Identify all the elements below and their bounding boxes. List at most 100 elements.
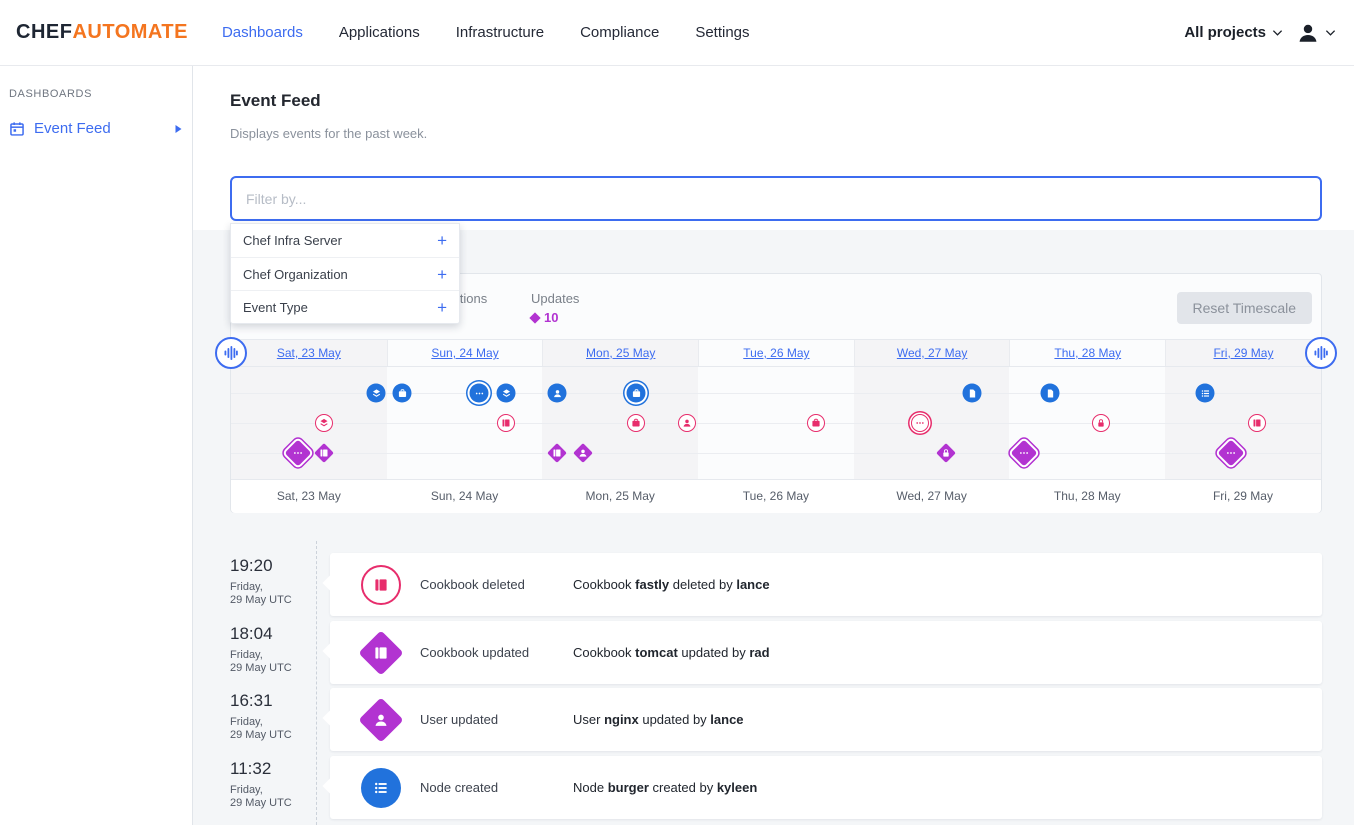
day-footer-label: Thu, 28 May <box>1009 480 1165 513</box>
nav-item-dashboards[interactable]: Dashboards <box>222 24 303 41</box>
caret-right-icon <box>174 124 183 134</box>
filter-option-chef-infra-server[interactable]: Chef Infra Server+ <box>231 224 459 257</box>
filter-option-event-type[interactable]: Event Type+ <box>231 290 459 323</box>
event-marker-updated-person-icon[interactable] <box>573 443 593 463</box>
event-actor: lance <box>736 577 769 592</box>
updates-stat-label: Updates <box>531 291 579 306</box>
event-marker-deleted-layers-icon[interactable] <box>315 414 333 432</box>
top-navigation: CHEFAUTOMATE Dashboards Applications Infra… <box>0 0 1354 66</box>
projects-filter-button[interactable]: All projects <box>1184 24 1283 41</box>
day-link-sun-24-may[interactable]: Sun, 24 May <box>431 346 498 360</box>
day-link-sat-23-may[interactable]: Sat, 23 May <box>277 346 341 360</box>
event-actor: rad <box>749 645 769 660</box>
event-marker-deleted-book-icon[interactable] <box>1248 414 1266 432</box>
event-weekday: Friday, <box>230 784 263 796</box>
plus-icon[interactable]: + <box>437 266 447 283</box>
event-marker-deleted-lock-icon[interactable] <box>1092 414 1110 432</box>
event-marker-created-briefcase-icon[interactable] <box>627 384 646 403</box>
plus-icon[interactable]: + <box>437 299 447 316</box>
day-footer-label: Wed, 27 May <box>854 480 1010 513</box>
user-menu-button[interactable] <box>1297 22 1336 44</box>
day-link-tue-26-may[interactable]: Tue, 26 May <box>743 346 809 360</box>
deleted-event-icon <box>361 565 401 605</box>
book-icon <box>552 448 562 458</box>
filter-suggestions-dropdown: Chef Infra Server+Chef Organization+Even… <box>230 223 460 324</box>
nav-item-settings[interactable]: Settings <box>695 24 749 41</box>
chevron-down-icon <box>1325 29 1336 37</box>
list-icon <box>373 780 389 796</box>
nav-item-compliance[interactable]: Compliance <box>580 24 659 41</box>
event-marker-deleted-person-icon[interactable] <box>678 414 696 432</box>
event-marker-deleted-briefcase-icon[interactable] <box>627 414 645 432</box>
event-marker-created-ellipsis-icon[interactable] <box>470 384 489 403</box>
calendar-icon <box>9 121 25 137</box>
nav-right: All projects <box>1184 22 1336 44</box>
ellipsis-icon <box>1226 448 1237 459</box>
day-link-wed-27-may[interactable]: Wed, 27 May <box>897 346 967 360</box>
nav-item-applications[interactable]: Applications <box>339 24 420 41</box>
event-marker-updated-book-icon[interactable] <box>314 443 334 463</box>
timeline-grid <box>231 367 1321 479</box>
event-entity: burger <box>608 780 649 795</box>
timescale-left-handle[interactable] <box>215 337 247 369</box>
event-marker-deleted-book-icon[interactable] <box>497 414 515 432</box>
user-avatar-icon <box>1297 22 1319 44</box>
event-marker-created-briefcase-icon[interactable] <box>393 384 412 403</box>
list-icon <box>1200 388 1210 398</box>
reset-timescale-button[interactable]: Reset Timescale <box>1177 292 1312 324</box>
updated-legend-icon <box>529 312 540 323</box>
event-marker-updated-book-icon[interactable] <box>547 443 567 463</box>
event-card: User updated User nginx updated by lance <box>330 688 1322 751</box>
equalizer-icon <box>224 345 238 361</box>
event-marker-created-list-icon[interactable] <box>1196 384 1215 403</box>
plus-icon[interactable]: + <box>437 232 447 249</box>
event-marker-created-layers-icon[interactable] <box>367 384 386 403</box>
main-content: Event Feed Displays events for the past … <box>193 66 1354 825</box>
event-marker-updated-ellipsis-icon[interactable] <box>1218 440 1245 467</box>
event-weekday: Friday, <box>230 716 263 728</box>
event-row-node-created: 11:32Friday,29 May UTCNode createdNode b… <box>230 756 1322 819</box>
nav-item-infrastructure[interactable]: Infrastructure <box>456 24 544 41</box>
event-marker-created-page-icon[interactable] <box>963 384 982 403</box>
day-header-cell: Sat, 23 May <box>231 340 387 366</box>
day-link-thu-28-may[interactable]: Thu, 28 May <box>1054 346 1121 360</box>
filter-option-chef-organization[interactable]: Chef Organization+ <box>231 257 459 290</box>
grid-line <box>231 423 1321 424</box>
event-description: Node burger created by kyleen <box>573 780 757 795</box>
day-link-fri-29-may[interactable]: Fri, 29 May <box>1213 346 1273 360</box>
brand-logo[interactable]: CHEFAUTOMATE <box>16 21 188 44</box>
equalizer-icon <box>1314 345 1328 361</box>
event-marker-deleted-ellipsis-icon[interactable] <box>911 414 929 432</box>
day-link-mon-25-may[interactable]: Mon, 25 May <box>586 346 655 360</box>
updates-count-value: 10 <box>544 310 558 325</box>
updates-stat-count: 10 <box>531 310 558 325</box>
layers-icon <box>501 388 511 398</box>
day-header-cell: Sun, 24 May <box>387 340 543 366</box>
updated-event-icon <box>358 697 403 742</box>
event-date: 29 May UTC <box>230 594 292 606</box>
event-marker-updated-lock-icon[interactable] <box>936 443 956 463</box>
event-marker-created-page-icon[interactable] <box>1041 384 1060 403</box>
lock-icon <box>941 448 951 458</box>
event-row-cookbook-deleted: 19:20Friday,29 May UTCCookbook deletedCo… <box>230 553 1322 616</box>
event-marker-created-layers-icon[interactable] <box>497 384 516 403</box>
timescale-right-handle[interactable] <box>1305 337 1337 369</box>
book-icon <box>501 418 511 428</box>
day-footer-label: Mon, 25 May <box>542 480 698 513</box>
event-marker-deleted-briefcase-icon[interactable] <box>807 414 825 432</box>
event-description: User nginx updated by lance <box>573 712 744 727</box>
sidebar-item-event-feed[interactable]: Event Feed <box>0 114 192 143</box>
event-marker-updated-ellipsis-icon[interactable] <box>285 440 312 467</box>
event-weekday: Friday, <box>230 581 263 593</box>
book-icon <box>1252 418 1262 428</box>
event-card: Cookbook updatedCookbook tomcat updated … <box>330 621 1322 684</box>
event-marker-updated-ellipsis-icon[interactable] <box>1011 440 1038 467</box>
event-type-label: User updated <box>420 712 498 727</box>
filter-input[interactable] <box>230 176 1322 221</box>
event-type-label: Cookbook deleted <box>420 577 525 592</box>
person-icon <box>578 448 588 458</box>
event-card-notch <box>323 778 340 795</box>
event-marker-created-person-icon[interactable] <box>548 384 567 403</box>
ellipsis-icon <box>1019 448 1030 459</box>
page-title: Event Feed <box>230 91 321 111</box>
